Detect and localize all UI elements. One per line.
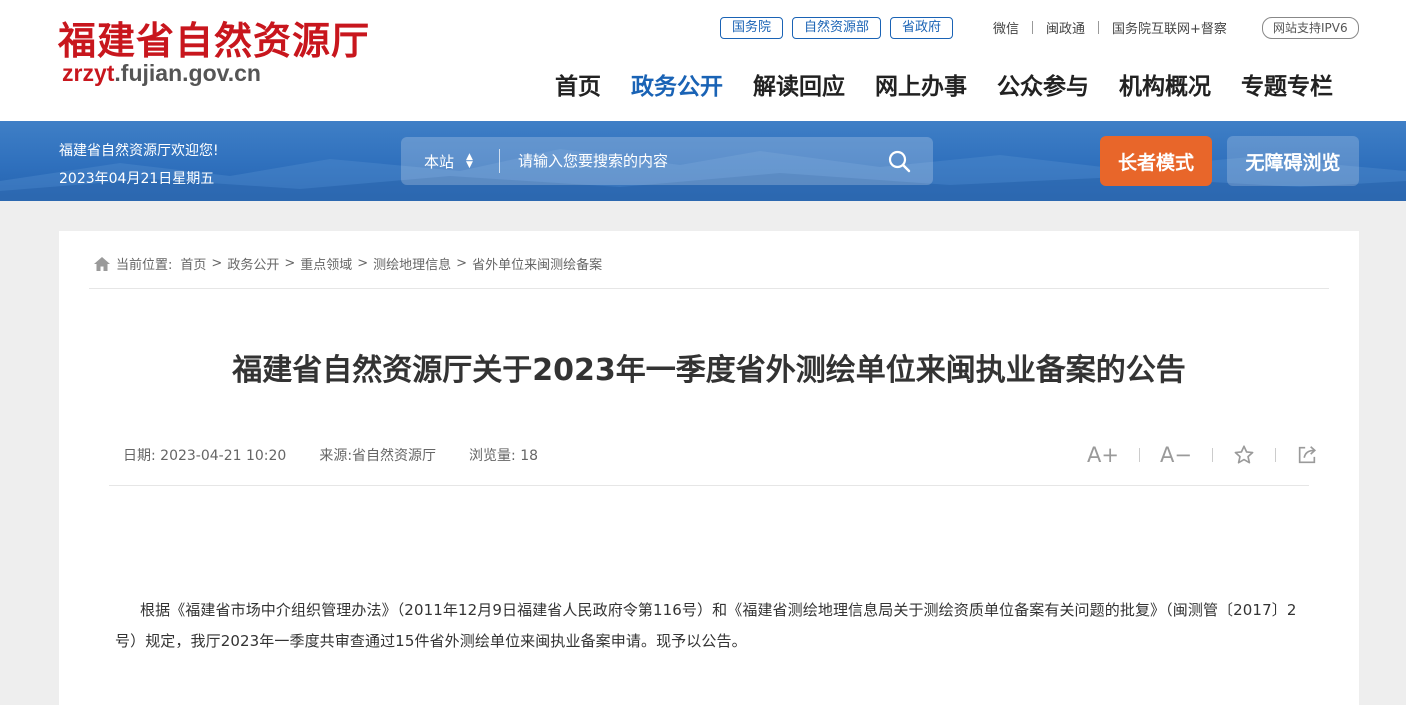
font-decrease-button[interactable]: A− <box>1160 442 1192 468</box>
tag-provincial-gov[interactable]: 省政府 <box>890 17 954 39</box>
site-header: 福建省自然资源厅 zrzyt.fujian.gov.cn 国务院 自然资源部 省… <box>0 0 1406 121</box>
article-container: 当前位置: 首页 > 政务公开 > 重点领域 > 测绘地理信息 > 省外单位来闽… <box>59 231 1359 705</box>
search-icon[interactable] <box>887 149 911 173</box>
search-bar: 本站 ▲ ▼ <box>401 137 933 185</box>
breadcrumb-gov-affairs[interactable]: 政务公开 <box>227 254 279 273</box>
article-tools: A+ A− <box>1087 442 1318 468</box>
home-icon <box>94 256 110 271</box>
tag-ministry[interactable]: 自然资源部 <box>792 17 882 39</box>
star-icon[interactable] <box>1233 442 1255 468</box>
banner-bar: 福建省自然资源厅欢迎您! 2023年04月21日星期五 本站 ▲▼ 长者模式 无… <box>0 121 1406 201</box>
sort-arrows-icon: ▲ ▼ <box>466 152 473 170</box>
article-date: 日期: 2023-04-21 10:20 <box>123 448 287 464</box>
current-date: 2023年04月21日星期五 <box>59 171 215 187</box>
nav-gov-affairs[interactable]: 政务公开 <box>631 67 723 101</box>
divider <box>1138 448 1140 462</box>
breadcrumb-home[interactable]: 首页 <box>180 254 206 273</box>
breadcrumb-label: 当前位置: <box>116 258 173 273</box>
welcome-block: 福建省自然资源厅欢迎您! 2023年04月21日星期五 <box>59 137 219 193</box>
search-scope-label: 本站 <box>424 152 455 171</box>
accessibility-button[interactable]: 无障碍浏览 <box>1227 136 1359 186</box>
nav-home[interactable]: 首页 <box>555 67 601 101</box>
nav-about[interactable]: 机构概况 <box>1119 67 1211 101</box>
logo-url-suffix: .fujian.gov.cn <box>114 60 261 86</box>
breadcrumb-surveying[interactable]: 测绘地理信息 <box>373 254 451 273</box>
breadcrumb-separator: > <box>284 256 296 271</box>
breadcrumb-separator: > <box>456 256 468 271</box>
divider <box>1098 21 1100 34</box>
breadcrumb-separator: > <box>357 256 369 271</box>
ipv6-badge: 网站支持IPV6 <box>1262 17 1359 39</box>
search-input[interactable] <box>500 152 860 170</box>
top-tag-links: 国务院 自然资源部 省政府 <box>720 17 954 39</box>
search-scope-select[interactable]: 本站 ▲ ▼ <box>401 151 499 172</box>
divider <box>1211 448 1213 462</box>
divider <box>1032 21 1034 34</box>
font-increase-button[interactable]: A+ <box>1087 442 1119 468</box>
top-quick-links: 微信 闽政通 国务院互联网+督察 <box>993 18 1227 37</box>
nav-participation[interactable]: 公众参与 <box>997 67 1089 101</box>
breadcrumb-separator: > <box>211 256 223 271</box>
welcome-text: 福建省自然资源厅欢迎您! <box>59 143 219 159</box>
article-source: 来源:省自然资源厅 <box>319 448 437 464</box>
breadcrumb-divider <box>89 288 1329 289</box>
meta-divider <box>109 485 1309 486</box>
breadcrumb-key-areas[interactable]: 重点领域 <box>300 254 352 273</box>
breadcrumb: 当前位置: 首页 > 政务公开 > 重点领域 > 测绘地理信息 > 省外单位来闽… <box>94 254 602 273</box>
link-supervision[interactable]: 国务院互联网+督察 <box>1112 18 1227 37</box>
nav-online-services[interactable]: 网上办事 <box>875 67 967 101</box>
nav-interpretation[interactable]: 解读回应 <box>753 67 845 101</box>
site-logo-url[interactable]: zrzyt.fujian.gov.cn <box>62 60 261 87</box>
article-title: 福建省自然资源厅关于2023年一季度省外测绘单位来闽执业备案的公告 <box>232 353 1186 388</box>
logo-url-prefix: zrzyt <box>62 60 115 86</box>
main-nav: 首页 政务公开 解读回应 网上办事 公众参与 机构概况 专题专栏 <box>555 67 1333 101</box>
site-logo-title[interactable]: 福建省自然资源厅 <box>58 10 370 65</box>
link-mzt[interactable]: 闽政通 <box>1046 18 1085 37</box>
article-body: 根据《福建省市场中介组织管理办法》（2011年12月9日福建省人民政府令第116… <box>115 601 1297 650</box>
nav-topics[interactable]: 专题专栏 <box>1241 67 1333 101</box>
article-views: 浏览量: 18 <box>469 448 539 464</box>
divider <box>1274 448 1276 462</box>
link-wechat[interactable]: 微信 <box>993 18 1019 37</box>
article-meta: 日期: 2023-04-21 10:20 来源:省自然资源厅 浏览量: 18 <box>123 445 538 465</box>
tag-state-council[interactable]: 国务院 <box>720 17 784 39</box>
elder-mode-button[interactable]: 长者模式 <box>1100 136 1212 186</box>
breadcrumb-current[interactable]: 省外单位来闽测绘备案 <box>472 254 602 273</box>
share-icon[interactable] <box>1296 442 1318 468</box>
